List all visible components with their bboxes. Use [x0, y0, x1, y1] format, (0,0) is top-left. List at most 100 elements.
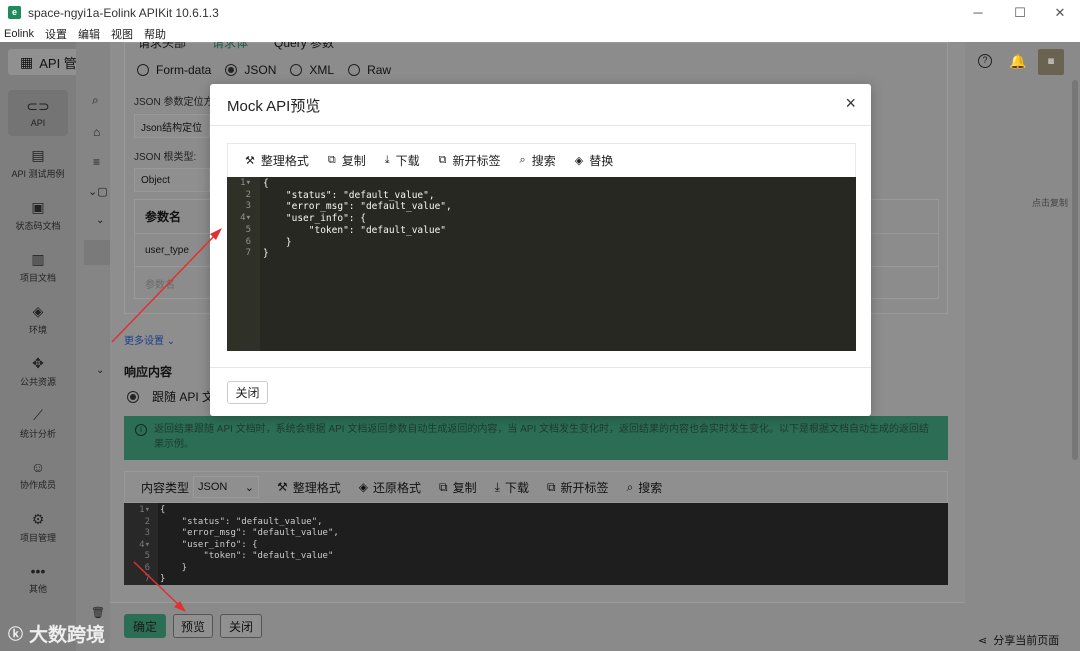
menu-view[interactable]: 视图: [111, 26, 133, 42]
book-icon: ▥: [31, 250, 45, 267]
follow-radio[interactable]: 跟随 API 文: [127, 388, 214, 405]
folder-chevron-icon[interactable]: ⌄▢: [88, 185, 108, 198]
code-line: "token": "default_value": [160, 551, 334, 561]
nav-api-test[interactable]: ▤ API 测试用例: [0, 140, 76, 186]
menu-eolink[interactable]: Eolink: [4, 28, 34, 40]
code-line: "status": "default_value",: [160, 516, 323, 527]
replace-button[interactable]: ◈ 替换: [575, 152, 613, 169]
radio-label: Raw: [367, 63, 392, 77]
nav-public[interactable]: ✥ 公共资源: [0, 348, 76, 394]
json-root-select[interactable]: Object: [134, 168, 210, 192]
close-button[interactable]: 关闭: [220, 614, 262, 638]
close-icon[interactable]: ×: [845, 93, 856, 114]
help-icon[interactable]: ?: [978, 54, 992, 68]
format-button[interactable]: ⚒ 整理格式: [245, 152, 309, 169]
new-tab-label: 新开标签: [452, 154, 501, 168]
content-type-label: 内容类型: [141, 480, 190, 495]
menu-help[interactable]: 帮助: [144, 26, 166, 42]
dialog-title: Mock API预览: [227, 98, 321, 115]
mock-code-editor[interactable]: 1▾ 2 3 4▾ 5 6 7 { "status": "default_val…: [227, 177, 856, 351]
copy-button[interactable]: ⧉ 复制: [328, 152, 366, 169]
chevron-down-icon[interactable]: ⌄: [96, 365, 104, 376]
json-locate-select[interactable]: Json结构定位: [134, 114, 210, 138]
copy-label: 复制: [452, 480, 477, 495]
more-settings-link[interactable]: 更多设置 ⌄: [124, 332, 175, 347]
nav-stats[interactable]: ⟋ 统计分析: [0, 400, 76, 446]
home-icon[interactable]: ⌂: [93, 125, 100, 139]
search-icon: ⌕: [626, 479, 634, 494]
tab-body[interactable]: 请求体: [212, 42, 248, 52]
copy-icon: ⧉: [327, 154, 336, 166]
request-tabs: 请求头部 请求体 Query 参数: [138, 42, 334, 52]
watermark-logo-icon: ⓚ: [8, 626, 24, 643]
radio-xml[interactable]: XML: [290, 63, 334, 77]
radio-follow[interactable]: [127, 390, 146, 403]
window-close-button[interactable]: ✕: [1040, 0, 1080, 25]
search-icon[interactable]: ⌕: [92, 93, 99, 108]
response-notice: i 返回结果跟随 API 文档时，系统会根据 API 文档返回参数自动生成返回的…: [124, 416, 948, 460]
response-code-editor[interactable]: 1▾ 2 3 4▾ 5 6 7 { "status": "default_value", "…: [124, 503, 948, 585]
format-button[interactable]: ⚒ 整理格式: [277, 479, 341, 496]
tab-headers[interactable]: 请求头部: [138, 42, 186, 52]
confirm-button[interactable]: 确定: [124, 614, 166, 638]
nav-more[interactable]: ••• 其他: [0, 556, 76, 602]
line-numbers: 1▾ 2 3 4▾ 5 6 7: [227, 177, 260, 351]
notice-text: 返回结果跟随 API 文档时，系统会根据 API 文档返回参数自动生成返回的内容…: [154, 424, 930, 450]
tab-query[interactable]: Query 参数: [274, 42, 334, 52]
nav-label: 公共资源: [19, 376, 56, 387]
avatar[interactable]: ▩: [1038, 49, 1064, 75]
radio-raw[interactable]: Raw: [348, 63, 391, 77]
trash-icon[interactable]: 🗑: [91, 606, 105, 619]
cube-icon: ◈: [32, 302, 44, 319]
new-tab-button[interactable]: ⧉ 新开标签: [439, 152, 501, 169]
restore-format-button[interactable]: ◈ 还原格式: [359, 479, 421, 496]
share-button[interactable]: ⋖ 分享当前页面: [978, 632, 1059, 648]
search-button[interactable]: ⌕ 搜索: [627, 479, 663, 496]
nav-members[interactable]: ☺ 协作成员: [0, 452, 76, 498]
maximize-button[interactable]: ☐: [1000, 0, 1040, 25]
brush-icon: ⚒: [277, 480, 288, 494]
nav-status-code[interactable]: ▣ 状态码文档: [0, 192, 76, 238]
response-toolbar: 内容类型 JSON ⌄ ⚒ 整理格式 ◈ 还原格式 ⧉ 复制 ⤓ 下载 ⧉ 新开标签 ⌕ 搜索: [124, 471, 948, 503]
code-line: {: [160, 505, 166, 515]
nav-label: 状态码文档: [15, 220, 61, 231]
preview-button[interactable]: 预览: [173, 614, 213, 638]
nav-project-doc[interactable]: ▥ 项目文档: [0, 244, 76, 290]
chevron-down-icon: ⌄: [244, 481, 255, 494]
nav-api[interactable]: ⊂⊃ API: [8, 90, 68, 136]
radio-form-data[interactable]: Form-data: [137, 63, 211, 77]
nav-env[interactable]: ◈ 环境: [0, 296, 76, 342]
brush-icon: ⚒: [245, 155, 255, 167]
menu-edit[interactable]: 编辑: [78, 26, 100, 42]
click-copy-label[interactable]: 点击复制: [1032, 196, 1068, 209]
search-button[interactable]: ⌕ 搜索: [520, 152, 556, 169]
radio-json[interactable]: JSON: [225, 63, 276, 77]
share-label: 分享当前页面: [993, 635, 1060, 647]
mock-api-preview-dialog: Mock API预览 × ⚒ 整理格式 ⧉ 复制 ⤓ 下载 ⧉ 新开标签 ⌕ 搜索 ◈ 替换…: [210, 84, 871, 416]
new-tab-label: 新开标签: [560, 480, 609, 495]
bell-icon[interactable]: 🔔: [1009, 53, 1026, 70]
clipboard-icon: ▤: [31, 146, 45, 163]
new-tab-button[interactable]: ⧉ 新开标签: [547, 479, 609, 496]
download-button[interactable]: ⤓ 下载: [495, 479, 529, 496]
menu-settings[interactable]: 设置: [45, 26, 67, 42]
content-type-select[interactable]: JSON ⌄: [193, 476, 260, 498]
line-number: 3: [245, 201, 251, 212]
chevron-down-icon[interactable]: ⌄: [96, 215, 104, 226]
chart-icon: ⟋: [33, 406, 43, 423]
minimize-button[interactable]: ─: [958, 0, 998, 25]
nav-project-manage[interactable]: ⚙ 项目管理: [0, 504, 76, 550]
copy-button[interactable]: ⧉ 复制: [439, 479, 477, 496]
tree-selected-item[interactable]: [84, 240, 110, 265]
code-line: "error_msg": "default_value",: [263, 201, 452, 213]
list-icon[interactable]: ≡: [93, 155, 100, 169]
scrollbar[interactable]: [1072, 80, 1078, 460]
radio-label: XML: [309, 63, 335, 77]
body-type-radios: Form-data JSON XML Raw: [137, 63, 405, 77]
nav-label: 项目管理: [19, 532, 56, 543]
line-number: 1: [240, 178, 246, 188]
gear-icon: ⚙: [31, 510, 45, 527]
dialog-close-button[interactable]: 关闭: [227, 381, 268, 404]
content-type-value: JSON: [198, 481, 228, 493]
download-button[interactable]: ⤓ 下载: [385, 152, 420, 169]
